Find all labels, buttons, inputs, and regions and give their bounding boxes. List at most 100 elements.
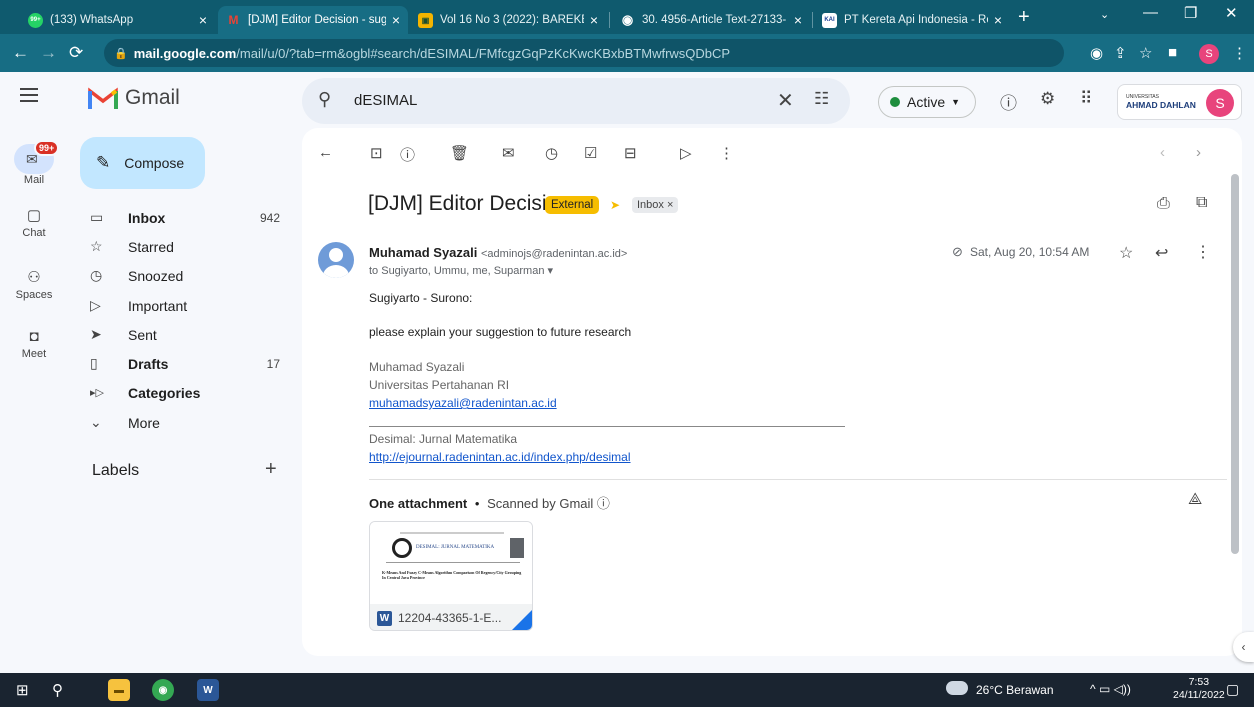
attachment-card[interactable]: DESIMAL: JURNAL MATEMATIKA K-Means And F…: [369, 521, 533, 631]
close-tab-icon[interactable]: ×: [994, 12, 1002, 28]
newer-icon[interactable]: ‹: [1160, 144, 1165, 161]
sidepanel-icon[interactable]: ■: [1168, 44, 1177, 61]
account-avatar[interactable]: S: [1206, 89, 1234, 117]
nav-count: 942: [259, 210, 280, 225]
browser-menu-icon[interactable]: ⋮: [1232, 44, 1247, 62]
sender-avatar[interactable]: [318, 242, 354, 278]
tab-whatsapp[interactable]: 99+ (133) WhatsApp ×: [20, 6, 215, 34]
system-tray-icons[interactable]: ^ ▭ ◁)): [1090, 682, 1131, 696]
help-icon[interactable]: ⓘ: [1000, 89, 1017, 114]
restore-icon[interactable]: ❐: [1184, 4, 1197, 22]
status-dropdown[interactable]: Active ▼: [878, 86, 976, 118]
windows-start-icon[interactable]: ⊞: [16, 681, 29, 699]
rail-meet[interactable]: ◘ Meet: [0, 328, 68, 360]
minimize-icon[interactable]: —: [1143, 4, 1158, 21]
journal-url-link[interactable]: http://ejournal.radenintan.ac.id/index.p…: [369, 450, 631, 464]
back-icon[interactable]: ←: [12, 43, 29, 63]
rail-label: Spaces: [15, 289, 53, 301]
nav-starred[interactable]: ☆ Starred: [80, 232, 290, 261]
more-actions-icon[interactable]: ⋮: [719, 144, 734, 162]
print-icon[interactable]: ⎙: [1157, 195, 1170, 213]
show-side-panel-button[interactable]: ‹: [1233, 632, 1254, 662]
url-host: mail.google.com: [133, 45, 237, 61]
tab-title: PT Kereta Api Indonesia - Re: [844, 14, 988, 26]
star-icon[interactable]: ☆: [1119, 243, 1133, 263]
open-new-window-icon[interactable]: ⧉: [1196, 194, 1207, 212]
scrollbar[interactable]: [1231, 174, 1239, 554]
rail-spaces[interactable]: ⚇ Spaces: [0, 268, 68, 301]
search-options-icon[interactable]: ☷: [814, 89, 829, 109]
taskbar-search-icon[interactable]: ⚲: [52, 681, 63, 699]
tab-bareken[interactable]: ▣ Vol 16 No 3 (2022): BAREKEN ×: [410, 6, 606, 34]
reply-icon[interactable]: ↩: [1155, 243, 1168, 263]
compose-button[interactable]: ✎ Compose: [80, 137, 205, 189]
label-icon[interactable]: ▷: [680, 144, 692, 162]
nav-important[interactable]: ▷ Important: [80, 291, 290, 320]
main-menu-icon[interactable]: [20, 88, 38, 102]
rail-mail[interactable]: ✉ 99+ Mail: [0, 140, 68, 186]
lens-icon[interactable]: ◉: [1090, 44, 1103, 62]
tab-kai[interactable]: KAI PT Kereta Api Indonesia - Re ×: [814, 6, 1010, 34]
inbox-label-chip[interactable]: Inbox ×: [632, 197, 679, 213]
nav-drafts[interactable]: ▯ Drafts 17: [80, 349, 290, 378]
add-to-drive-icon[interactable]: ⟁: [1188, 491, 1202, 509]
tab-article[interactable]: ◉ 30. 4956-Article Text-27133- ×: [612, 6, 810, 34]
word-icon[interactable]: W: [197, 679, 219, 701]
clear-search-icon[interactable]: ✕: [777, 88, 794, 113]
reload-icon[interactable]: ⟳: [69, 43, 83, 63]
share-icon[interactable]: ⇪: [1114, 44, 1127, 62]
meet-icon: ◘: [29, 328, 39, 345]
weather-text[interactable]: 26°C Berawan: [976, 683, 1054, 697]
sender-name[interactable]: Muhamad Syazali: [369, 245, 477, 260]
file-explorer-icon[interactable]: ▬: [108, 679, 130, 701]
older-icon[interactable]: ›: [1196, 144, 1201, 161]
mark-unread-icon[interactable]: ✉: [502, 144, 515, 162]
archive-icon[interactable]: ⊡: [370, 144, 383, 162]
journal-seal-icon: [392, 538, 412, 558]
search-input[interactable]: dESIMAL: [354, 92, 417, 109]
gmail-logo[interactable]: Gmail: [88, 86, 180, 110]
email-date: Sat, Aug 20, 10:54 AM: [970, 245, 1090, 259]
close-tab-icon[interactable]: ×: [590, 12, 598, 28]
move-to-icon[interactable]: ⊟: [624, 144, 637, 162]
importance-marker-icon[interactable]: ➤: [610, 198, 620, 212]
nav-categories[interactable]: ▸▷ Categories: [80, 378, 290, 407]
clock-date: 24/11/2022: [1173, 689, 1225, 701]
add-task-icon[interactable]: ☑: [584, 144, 597, 162]
close-tab-icon[interactable]: ×: [794, 12, 802, 28]
tab-search-icon[interactable]: ⌄: [1100, 8, 1109, 21]
search-bar[interactable]: ⚲ dESIMAL ✕ ☷: [302, 78, 850, 124]
tab-gmail-active[interactable]: M [DJM] Editor Decision - sugiy ×: [218, 6, 408, 34]
rail-chat[interactable]: ▢ Chat: [0, 206, 68, 239]
bookmark-star-icon[interactable]: ☆: [1139, 44, 1152, 62]
close-tab-icon[interactable]: ×: [392, 12, 400, 28]
browser-profile-avatar[interactable]: S: [1199, 44, 1219, 64]
close-window-icon[interactable]: ✕: [1225, 4, 1238, 22]
message-more-icon[interactable]: ⋮: [1195, 242, 1211, 262]
nav-snoozed[interactable]: ◷ Snoozed: [80, 261, 290, 290]
close-tab-icon[interactable]: ×: [199, 12, 207, 28]
report-spam-icon[interactable]: ⓘ: [400, 144, 415, 165]
create-label-icon[interactable]: +: [265, 458, 277, 481]
apps-grid-icon[interactable]: ⠿: [1080, 89, 1092, 109]
delete-icon[interactable]: 🗑: [450, 144, 469, 162]
back-to-list-icon[interactable]: ←: [318, 144, 333, 161]
url-field[interactable]: 🔒 mail.google.com /mail/u/0/?tab=rm&ogbl…: [104, 39, 1064, 67]
signature-email-link[interactable]: muhamadsyazali@radenintan.ac.id: [369, 396, 557, 410]
clock-icon: ◷: [90, 267, 103, 283]
recipients-dropdown[interactable]: to Sugiyarto, Ummu, me, Suparman ▾: [369, 264, 553, 277]
search-icon[interactable]: ⚲: [318, 89, 331, 110]
nav-sent[interactable]: ➤ Sent: [80, 320, 290, 349]
attachment-clip-icon: ⊘: [952, 244, 963, 259]
forward-icon[interactable]: →: [40, 43, 57, 63]
chrome-icon[interactable]: ◉: [152, 679, 174, 701]
taskbar-clock[interactable]: 7:53 24/11/2022: [1173, 676, 1225, 702]
attachments-divider: [369, 479, 1227, 480]
snooze-icon[interactable]: ◷: [545, 144, 558, 162]
nav-inbox[interactable]: ▭ Inbox 942: [80, 203, 290, 232]
nav-more[interactable]: ⌄ More: [80, 408, 290, 437]
settings-gear-icon[interactable]: ⚙: [1040, 89, 1055, 109]
notification-center-icon[interactable]: ▢: [1226, 681, 1239, 698]
new-tab-button[interactable]: +: [1018, 6, 1030, 29]
email-greeting: Sugiyarto - Surono:: [369, 291, 473, 305]
